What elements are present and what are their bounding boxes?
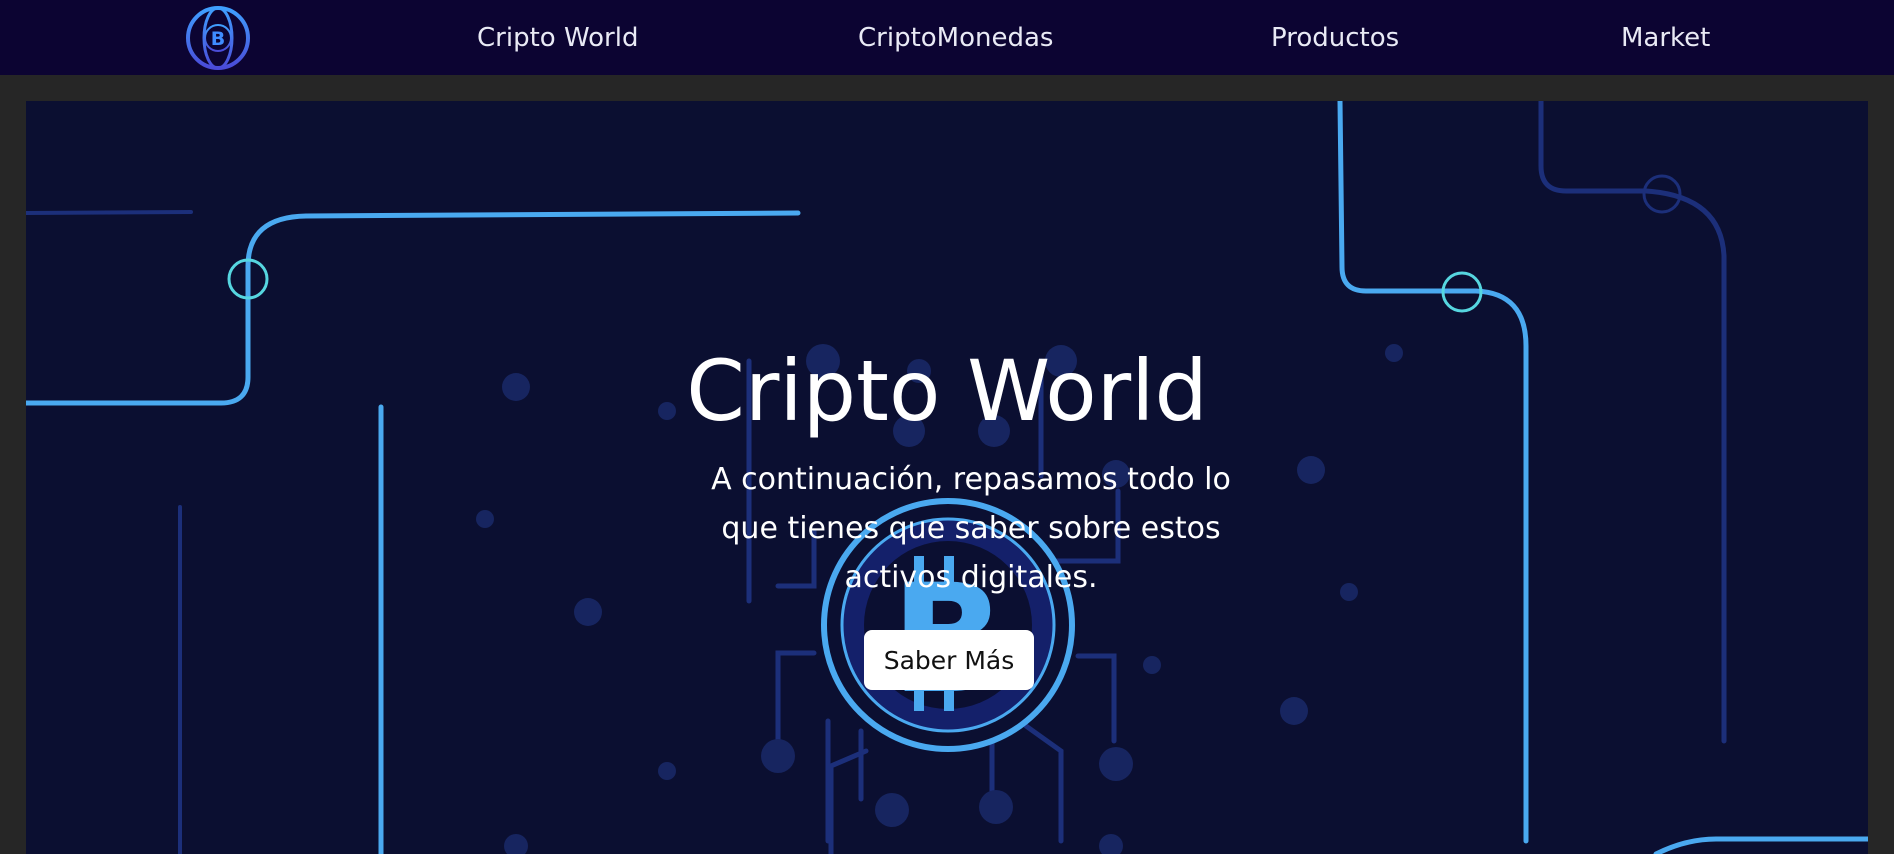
- nav-link-market[interactable]: Market: [1621, 20, 1710, 56]
- hero-subtitle: A continuación, repasamos todo lo que ti…: [711, 462, 1231, 595]
- bitcoin-globe-icon[interactable]: B: [185, 5, 251, 71]
- nav-link-criptomonedas[interactable]: CriptoMonedas: [858, 20, 1053, 56]
- saber-mas-button[interactable]: Saber Más: [864, 630, 1034, 690]
- hero-section: B Cripto World A continuación, repasamos…: [26, 101, 1868, 854]
- top-navbar: B Cripto World CriptoMonedas Productos M…: [0, 0, 1894, 75]
- hero-title: Cripto World: [686, 342, 1208, 440]
- nav-link-cripto-world[interactable]: Cripto World: [477, 20, 638, 56]
- svg-text:B: B: [211, 28, 225, 50]
- nav-link-productos[interactable]: Productos: [1271, 20, 1399, 56]
